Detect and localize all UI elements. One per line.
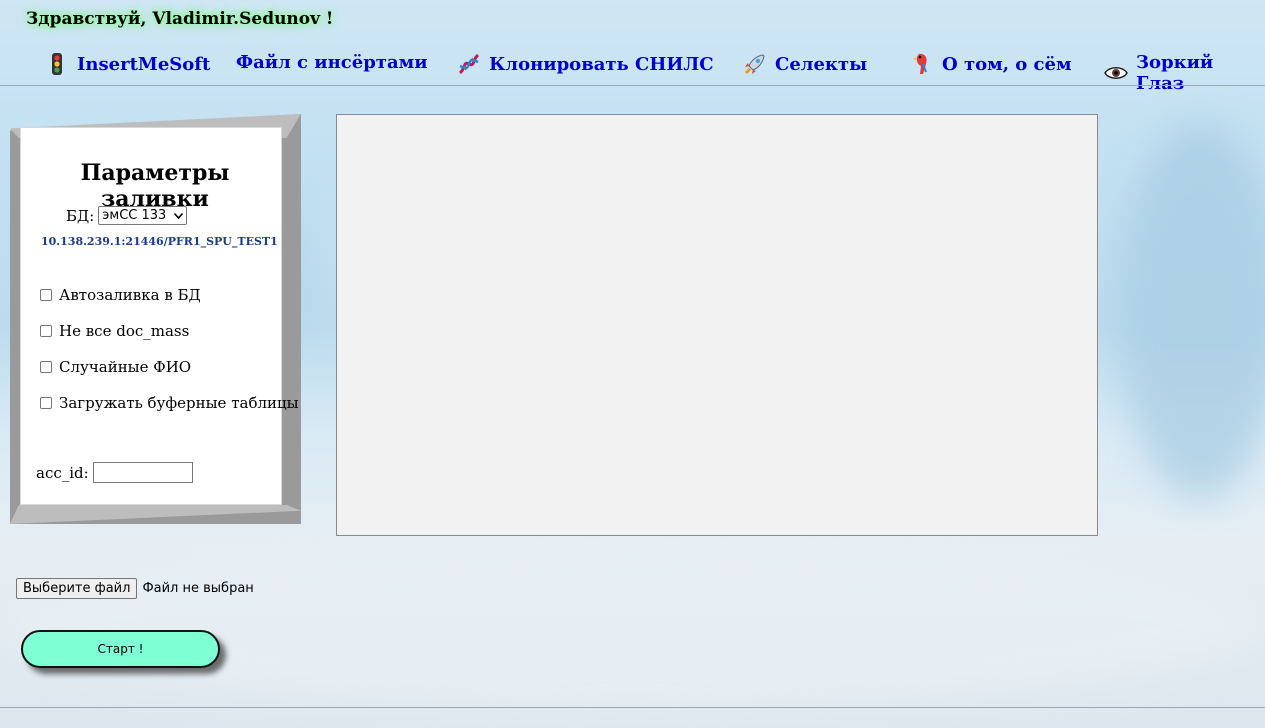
parrot-icon — [910, 52, 934, 76]
nav-item-selects[interactable]: Селекты — [743, 52, 867, 76]
file-status: Файл не выбран — [142, 581, 254, 596]
nav-item-inserts-file[interactable]: Файл с инсёртами — [236, 52, 428, 73]
nav-label: Файл с инсёртами — [236, 52, 428, 73]
acc-id-row: acc_id: — [36, 462, 193, 483]
db-selected-value: эмСС 133 — [102, 208, 167, 223]
nav-label: Селекты — [775, 53, 868, 75]
file-input: Выберите файл Файл не выбран — [16, 578, 254, 599]
background-decoration — [1120, 120, 1265, 500]
acc-id-input[interactable] — [92, 462, 193, 483]
nav-item-sharp-eye[interactable]: Зоркий Глаз — [1104, 52, 1265, 94]
choose-file-button[interactable]: Выберите файл — [16, 578, 138, 599]
greeting-text: Здравствуй, Vladimir.Sedunov ! — [26, 9, 334, 29]
traffic-light-icon — [45, 52, 69, 76]
params-title: Параметры заливки — [80, 160, 230, 212]
nav-label: InsertMeSoft — [77, 53, 211, 75]
db-row: БД: эмСС 133 — [66, 206, 188, 225]
output-textarea[interactable] — [336, 114, 1098, 536]
top-navigation: InsertMeSoft Файл с инсёртами Клонироват… — [0, 48, 1265, 94]
rocket-icon — [743, 52, 767, 76]
eye-icon — [1104, 61, 1128, 85]
nav-item-about[interactable]: О том, о сём — [910, 52, 1072, 76]
nav-item-insertmesoft[interactable]: InsertMeSoft — [45, 52, 210, 76]
db-label: БД: — [66, 206, 95, 225]
checkbox-label: Автозаливка в БД — [59, 286, 201, 304]
divider — [0, 85, 1265, 86]
nav-item-clone-snils[interactable]: Клонировать СНИЛС — [457, 52, 714, 76]
nav-label: Клонировать СНИЛС — [489, 53, 714, 75]
acc-id-label: acc_id: — [36, 463, 89, 482]
dna-icon — [457, 52, 481, 76]
load-buffer-tables-checkbox[interactable] — [40, 397, 52, 409]
checkbox-row: Случайные ФИО — [40, 358, 191, 376]
checkbox-label: Загружать буферные таблицы — [59, 394, 299, 412]
db-connection-string: 10.138.239.1:21446/PFR1_SPU_TEST1 — [41, 235, 278, 248]
checkbox-row: Не все doc_mass — [40, 322, 189, 340]
random-fio-checkbox[interactable] — [40, 361, 52, 373]
checkbox-row: Автозаливка в БД — [40, 286, 201, 304]
not-all-doc-mass-checkbox[interactable] — [40, 325, 52, 337]
start-button[interactable]: Старт ! — [21, 630, 220, 668]
background-decoration — [0, 540, 1265, 710]
autoload-checkbox[interactable] — [40, 289, 52, 301]
chevron-down-icon — [174, 208, 184, 223]
checkbox-label: Случайные ФИО — [59, 358, 192, 376]
db-select[interactable]: эмСС 133 — [98, 206, 188, 225]
nav-label: О том, о сём — [942, 53, 1072, 75]
divider — [0, 707, 1265, 708]
checkbox-row: Загружать буферные таблицы — [40, 394, 299, 412]
nav-label: Зоркий Глаз — [1136, 52, 1214, 94]
checkbox-label: Не все doc_mass — [59, 322, 190, 340]
